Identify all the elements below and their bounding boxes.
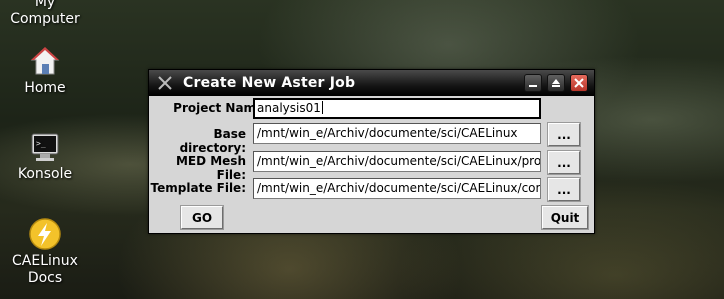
window-titlebar[interactable]: Create New Aster Job xyxy=(149,70,594,96)
browse-template-file-button[interactable]: ... xyxy=(547,177,581,202)
project-name-input[interactable]: analysis01 xyxy=(253,98,541,119)
home-icon xyxy=(30,47,60,75)
med-mesh-file-value: /mnt/win_e/Archiv/documente/sci/CAELinux… xyxy=(257,154,541,168)
quit-button[interactable]: Quit xyxy=(541,205,589,230)
desktop-icon-home[interactable]: Home xyxy=(0,44,90,97)
svg-text:>_: >_ xyxy=(36,139,46,148)
close-icon xyxy=(574,78,584,88)
my-computer-label: My Computer xyxy=(10,0,80,27)
desktop-icon-konsole[interactable]: >_ Konsole xyxy=(0,130,90,183)
project-name-label: Project Name: xyxy=(173,101,269,115)
text-cursor xyxy=(321,101,323,114)
maximize-icon xyxy=(552,79,560,87)
home-label: Home xyxy=(24,80,66,96)
template-file-input[interactable]: /mnt/win_e/Archiv/documente/sci/CAELinux… xyxy=(253,178,541,199)
lightning-icon xyxy=(29,218,61,250)
base-directory-input[interactable]: /mnt/win_e/Archiv/documente/sci/CAELinux xyxy=(253,123,541,144)
go-button[interactable]: GO xyxy=(180,205,224,230)
base-directory-label: Base directory: xyxy=(179,127,246,155)
minimize-button[interactable] xyxy=(524,74,542,92)
med-mesh-file-input[interactable]: /mnt/win_e/Archiv/documente/sci/CAELinux… xyxy=(253,151,541,172)
med-mesh-file-label: MED Mesh File: xyxy=(175,154,246,182)
close-button[interactable] xyxy=(570,74,588,92)
create-aster-job-window: Create New Aster Job Project Name: analy… xyxy=(148,69,595,234)
desktop-icon-caelinux-docs[interactable]: CAELinux Docs xyxy=(0,217,90,287)
desktop-icon-my-computer[interactable]: My Computer xyxy=(0,0,90,28)
browse-med-mesh-file-button[interactable]: ... xyxy=(547,150,581,175)
template-file-label: Template File: xyxy=(150,181,246,195)
window-title: Create New Aster Job xyxy=(183,75,356,91)
x-app-icon xyxy=(158,76,172,90)
maximize-button[interactable] xyxy=(547,74,565,92)
base-directory-value: /mnt/win_e/Archiv/documente/sci/CAELinux xyxy=(257,126,518,140)
konsole-label: Konsole xyxy=(17,166,73,182)
minimize-icon xyxy=(529,85,537,87)
project-name-value: analysis01 xyxy=(257,101,321,115)
terminal-icon: >_ xyxy=(31,133,59,161)
dialog-content: Project Name: analysis01 Base directory:… xyxy=(149,96,594,233)
browse-base-directory-button[interactable]: ... xyxy=(547,122,581,147)
caelinux-docs-label: CAELinux Docs xyxy=(12,253,78,286)
template-file-value: /mnt/win_e/Archiv/documente/sci/CAELinux… xyxy=(257,181,541,195)
